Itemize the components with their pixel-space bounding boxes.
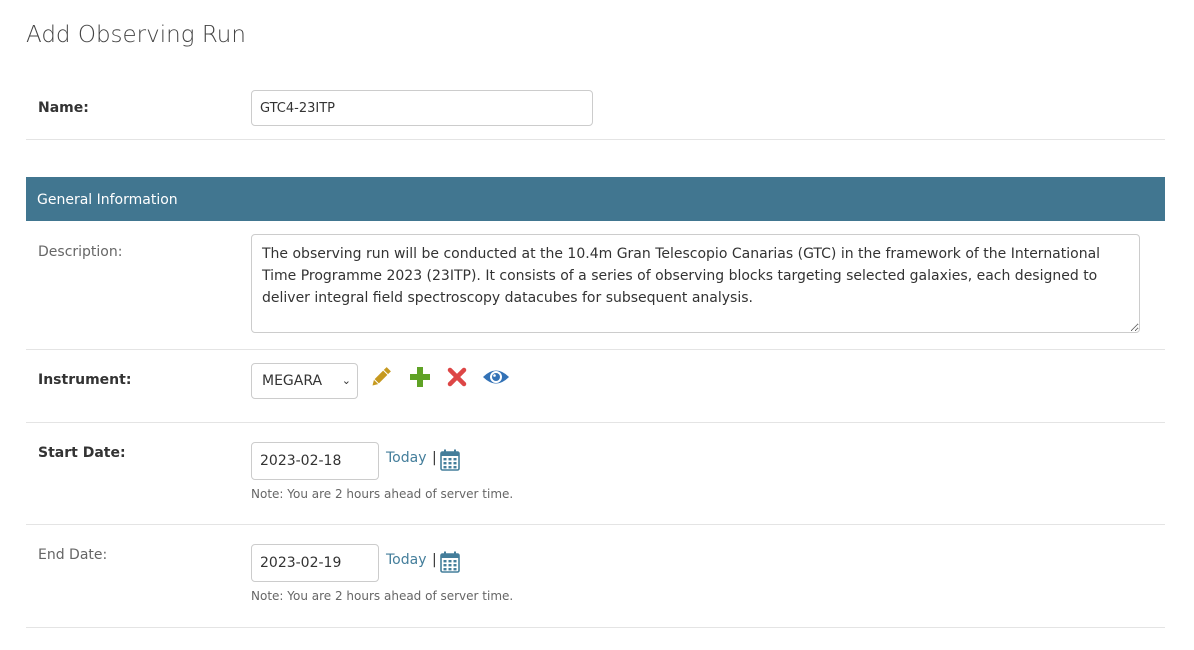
start-date-help-text: Note: You are 2 hours ahead of server ti… [251,487,514,501]
x-icon[interactable] [444,364,470,390]
instrument-row: Instrument: MEGARA ⌄ [26,349,1165,423]
pencil-icon[interactable] [368,364,394,390]
start-date-today-link[interactable]: Today [386,450,427,466]
end-date-help-text: Note: You are 2 hours ahead of server ti… [251,589,514,603]
chevron-down-icon: ⌄ [341,374,351,387]
section-header-general-information: General Information [26,177,1165,221]
instrument-label: Instrument: [38,372,132,388]
end-date-input[interactable] [251,544,379,582]
name-label: Name: [38,100,89,116]
end-date-row: End Date: Today | Note: You are 2 hours … [26,524,1165,628]
calendar-icon[interactable] [440,551,462,573]
page-title: Add Observing Run [26,22,246,48]
description-row: Description: The observing run will be c… [26,221,1165,350]
end-date-label: End Date: [38,547,108,563]
start-date-label: Start Date: [38,445,126,461]
instrument-select[interactable]: MEGARA ⌄ [251,363,358,399]
start-date-separator: | [432,450,437,466]
instrument-selected-value: MEGARA [262,373,323,389]
calendar-icon[interactable] [440,449,462,471]
eye-icon[interactable] [481,364,511,390]
description-textarea[interactable]: The observing run will be conducted at t… [251,234,1140,333]
end-date-today-link[interactable]: Today [386,552,427,568]
description-label: Description: [38,244,123,260]
end-date-separator: | [432,552,437,568]
start-date-input[interactable] [251,442,379,480]
name-row: Name: [26,77,1165,140]
start-date-row: Start Date: Today | Note: You are 2 hour… [26,422,1165,525]
name-input[interactable] [251,90,593,126]
plus-icon[interactable] [407,364,433,390]
add-observing-run-page: Add Observing Run Name: General Informat… [0,0,1194,650]
